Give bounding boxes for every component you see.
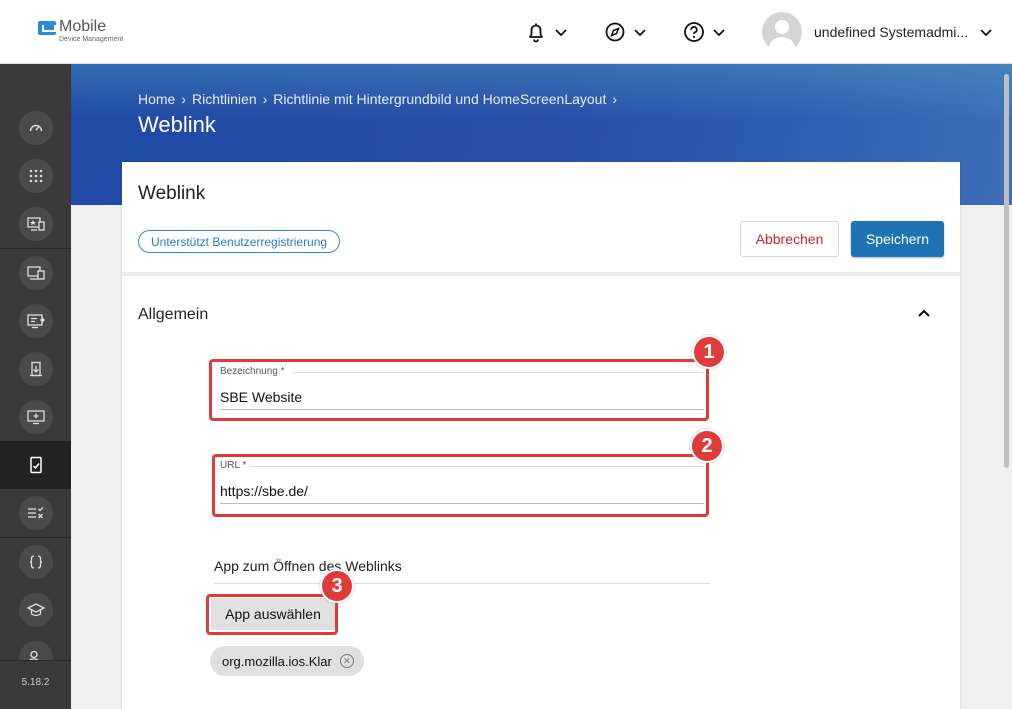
scrollbar[interactable]	[1004, 74, 1009, 468]
breadcrumb-policy[interactable]: Richtlinie mit Hintergrundbild und HomeS…	[273, 91, 606, 107]
explore-button[interactable]	[604, 20, 648, 44]
brand-title: Mobile	[59, 18, 107, 35]
policy-icon	[29, 456, 42, 474]
sidebar-item-scripts[interactable]	[0, 538, 71, 586]
graduation-icon	[26, 603, 45, 617]
notifications-button[interactable]	[525, 20, 569, 44]
sidebar-item-checklist[interactable]	[0, 489, 71, 537]
chevron-down-icon	[980, 29, 992, 37]
top-bar: Mobile Device Management undefined Syste…	[0, 0, 1012, 64]
breadcrumb-policies[interactable]: Richtlinien	[192, 91, 257, 107]
chevron-up-icon[interactable]	[916, 305, 932, 321]
dashboard-icon	[29, 124, 42, 132]
apps-grid-icon	[29, 169, 42, 183]
divider	[214, 583, 710, 584]
app-section-label: App zum Öffnen des Weblinks	[214, 558, 402, 574]
user-enrollment-badge: Unterstützt Benutzerregistrierung	[138, 230, 341, 253]
sidebar-item-downloads[interactable]	[0, 345, 71, 393]
section-title: Allgemein	[138, 306, 209, 323]
sidebar-item-device-favorites[interactable]	[0, 200, 71, 248]
chevron-right-icon: ›	[612, 91, 618, 107]
compass-icon	[605, 22, 625, 42]
selected-app-chip: org.mozilla.ios.Klar ✕	[210, 646, 364, 676]
highlight-box-2	[212, 454, 709, 517]
bell-icon	[529, 23, 543, 43]
page-title: Weblink	[138, 112, 216, 137]
help-button[interactable]	[683, 20, 727, 44]
user-name: undefined Systemadmi...	[814, 24, 969, 40]
sidebar-item-monitor[interactable]	[0, 393, 71, 441]
chevron-right-icon: ›	[262, 91, 268, 107]
selected-app-label: org.mozilla.ios.Klar	[222, 653, 332, 669]
remove-chip-icon[interactable]: ✕	[339, 654, 354, 668]
chevron-down-icon	[555, 29, 567, 37]
logo-icon	[38, 21, 56, 35]
sidebar-item-devices[interactable]	[0, 249, 71, 297]
sidebar-item-dashboard[interactable]	[0, 104, 71, 152]
screen-arrow-icon	[26, 314, 45, 329]
user-menu[interactable]: undefined Systemadmi...	[762, 12, 994, 52]
cancel-button[interactable]: Abbrechen	[740, 221, 839, 257]
chevron-down-icon	[713, 29, 725, 37]
users-icon	[28, 650, 39, 660]
sidebar-item-users[interactable]	[0, 634, 71, 660]
help-icon	[684, 22, 704, 42]
monitor-icon	[26, 410, 45, 425]
version-label: 5.18.2	[21, 677, 50, 688]
weblink-card: Weblink Unterstützt Benutzerregistrierun…	[122, 162, 960, 709]
highlight-box-3	[206, 594, 338, 635]
save-button[interactable]: Speichern	[851, 221, 944, 257]
sidebar-item-screen-share[interactable]	[0, 297, 71, 345]
sidebar-item-apps[interactable]	[0, 152, 71, 200]
sidebar	[0, 64, 71, 709]
chevron-right-icon: ›	[181, 91, 187, 107]
braces-icon	[29, 555, 42, 569]
breadcrumb-home[interactable]: Home	[138, 91, 175, 107]
divider	[122, 272, 960, 276]
logo[interactable]: Mobile Device Management	[38, 19, 123, 43]
avatar	[762, 12, 802, 52]
step-marker-1: 1	[692, 335, 726, 369]
sidebar-item-training[interactable]	[0, 586, 71, 634]
sidebar-item-policies[interactable]	[0, 441, 71, 489]
device-star-icon	[26, 217, 45, 231]
highlight-box-1	[209, 359, 709, 421]
breadcrumb: Home › Richtlinien › Richtlinie mit Hintergr…	[138, 91, 623, 107]
step-marker-2: 2	[690, 429, 724, 463]
step-marker-3: 3	[320, 569, 354, 603]
chevron-down-icon	[634, 29, 646, 37]
brand-subtitle: Device Management	[59, 36, 124, 43]
card-title: Weblink	[138, 183, 206, 204]
devices-icon	[26, 266, 45, 280]
download-icon	[29, 361, 42, 377]
list-check-icon	[27, 507, 43, 519]
